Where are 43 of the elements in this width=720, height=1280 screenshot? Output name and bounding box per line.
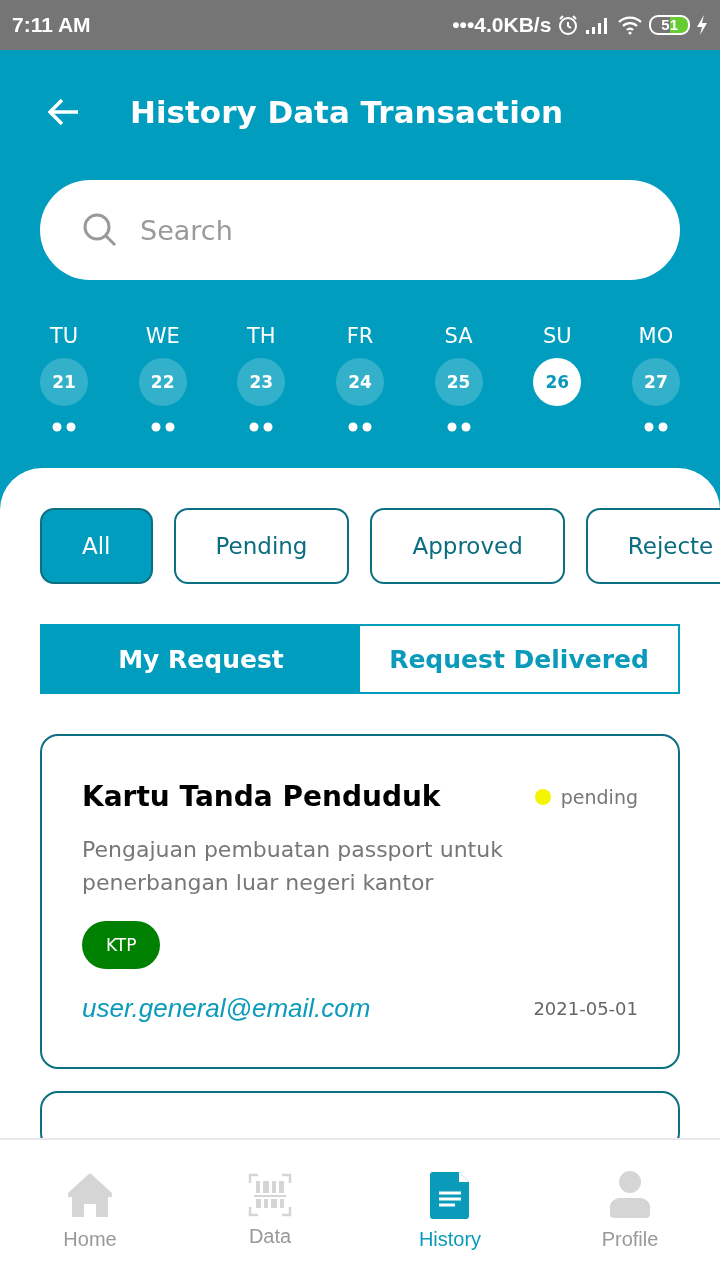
battery-icon: 51	[649, 15, 690, 35]
weekday-label: MO	[638, 324, 674, 348]
weekday-label: SU	[542, 324, 572, 348]
filter-chip[interactable]: Rejecte	[585, 508, 720, 584]
barcode-scan-icon	[248, 1172, 292, 1217]
alarm-icon	[557, 14, 580, 36]
status-text: pending	[560, 785, 638, 808]
date-chip[interactable]: 23	[237, 358, 286, 406]
filter-chip[interactable]: Pending	[173, 508, 350, 584]
nav-item[interactable]: Profile	[560, 1168, 700, 1252]
weekday-label: FR	[346, 324, 374, 348]
date-chip[interactable]: 27	[631, 358, 680, 406]
weekday-label: WE	[145, 324, 180, 348]
nav-item[interactable]: Home	[20, 1168, 160, 1252]
document-icon	[429, 1169, 471, 1220]
page-title: History Data Transaction	[130, 94, 564, 130]
person-icon	[608, 1169, 652, 1220]
email-text: user.general@email.com	[82, 993, 371, 1024]
filter-chip[interactable]: Approved	[370, 508, 565, 584]
card-description: Pengajuan pembuatan passport untuk penerbangan luar negeri kantor	[82, 836, 504, 897]
charging-icon	[696, 14, 708, 36]
date-chip[interactable]: 21	[40, 358, 88, 406]
card-title: Kartu Tanda Penduduk	[82, 780, 441, 813]
network-speed: •••4.0KB/s	[452, 13, 552, 37]
clock: 7:11 AM	[12, 13, 91, 37]
date-chip[interactable]: 25	[434, 358, 483, 406]
search-icon	[82, 212, 118, 248]
date-chip[interactable]: 26	[533, 358, 582, 406]
back-icon[interactable]	[46, 97, 80, 127]
tag: KTP	[82, 921, 161, 969]
search-field[interactable]: Search	[40, 180, 680, 280]
weekday-label: SA	[444, 324, 473, 348]
weekday-label: TU	[49, 324, 79, 348]
tab[interactable]: My Request	[42, 626, 360, 692]
date-chip[interactable]: 22	[138, 358, 187, 406]
date-chip[interactable]: 24	[335, 358, 384, 406]
date-text: 2021-05-01	[533, 998, 638, 1019]
filter-chip[interactable]: All	[40, 508, 153, 584]
nav-item[interactable]: History	[380, 1168, 520, 1252]
weekday-label: TH	[247, 324, 276, 348]
nav-item[interactable]: Data	[200, 1171, 340, 1249]
wifi-icon	[617, 15, 644, 35]
request-card[interactable]: Kartu Tanda Penduduk pending Pengajuan pembuatan passport untuk penerbangan luar negeri kantor KTP user.general@email.com 2021-05-01	[40, 734, 680, 1069]
